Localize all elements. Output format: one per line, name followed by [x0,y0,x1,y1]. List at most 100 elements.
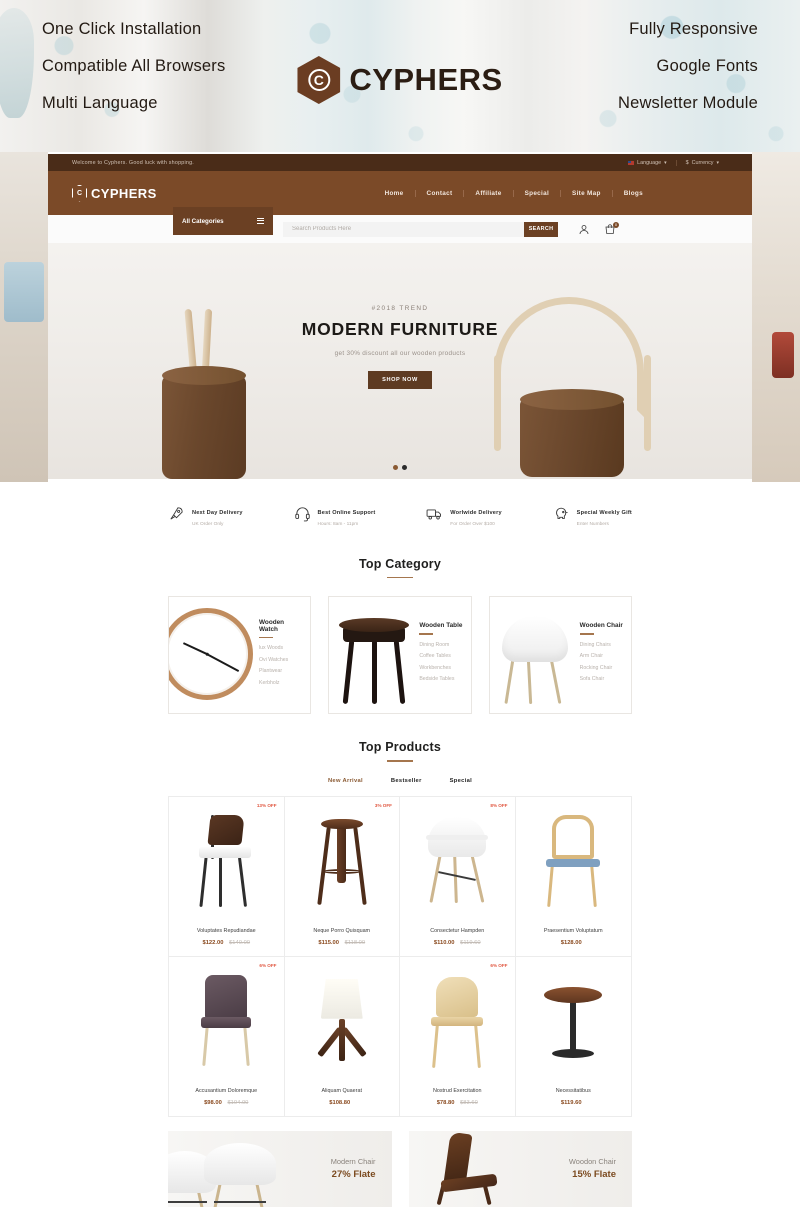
shopping-cart-icon[interactable]: 0 [604,221,619,236]
category-info: Wooden Chair Dining Chairs Arm Chair Roc… [574,622,623,687]
category-card-wooden-watch[interactable]: Wooden Watch lux Woods Ovi Watches Plant… [168,596,312,715]
category-name: Wooden Watch [259,618,285,633]
top-utility-bar: Welcome to Cyphers. Good luck with shopp… [48,154,752,171]
logo-letter: C [307,69,330,91]
search-button[interactable]: SEARCH [524,221,558,237]
category-underline [579,633,594,635]
category-card-wooden-chair[interactable]: Wooden Chair Dining Chairs Arm Chair Roc… [488,596,632,715]
service-text: Worlwide Delivery For Order Over $100 [450,501,501,527]
category-link[interactable]: lux Woods [259,645,304,651]
language-selector[interactable]: Language ▾ [619,160,676,166]
product-card[interactable]: 6% OFF Nostrud Exercitation $78.80 $83.6… [400,956,516,1117]
user-account-icon[interactable] [578,223,590,236]
product-name: Accusantium Doloremque [195,1087,258,1094]
nav-item-affiliate[interactable]: Affiliate [463,189,512,197]
category-link[interactable]: Arm Chair [580,653,623,659]
product-card[interactable]: 3% OFF Neque Porro Quisquam $115.00 $118… [284,796,400,957]
truck-icon [426,505,443,522]
category-link[interactable]: Kerbholz [259,680,304,686]
hexagon-logo-icon: C [72,184,87,202]
category-link[interactable]: Plantwear [259,668,304,674]
all-categories-dropdown[interactable]: All Categories [173,207,273,235]
promo-banner-wooden-chair[interactable]: Woodon Chair 15% Flate [408,1130,632,1207]
product-image [189,973,263,1069]
section-title: Top Category [358,556,442,571]
price-old: $104.00 [227,1099,249,1106]
carousel-dot-2[interactable] [402,465,407,470]
carousel-dot-1[interactable] [393,465,398,470]
site-header: C CYPHERS Home Contact Affiliate Special… [48,171,752,215]
site-brand-logo[interactable]: C CYPHERS [72,184,157,202]
service-text: Special Weekly Gift Enter Numbers [577,501,632,527]
category-link[interactable]: Bedside Tables [419,676,462,682]
product-image [536,973,610,1069]
section-title: Top Products [358,740,442,755]
search-bar-row: All Categories SEARCH 0 [48,207,752,243]
services-strip: Next Day Delivery UK Order Only Best Onl… [48,479,752,545]
hero-kicker: #2018 TREND [371,305,429,312]
category-link[interactable]: Workbenches [419,665,462,671]
category-link[interactable]: Sofa Chair [580,676,623,682]
hero-content: #2018 TREND MODERN FURNITURE get 30% dis… [270,305,530,389]
category-link[interactable]: Coffee Tables [419,653,462,659]
product-card[interactable]: Praesentium Voluptatum $128.00 [515,796,631,957]
nav-item-site-map[interactable]: Site Map [560,189,612,197]
logo-wordmark: CYPHERS [349,62,503,97]
product-name: Neque Porro Quisquam [313,927,371,934]
hexagon-logo-icon: C [297,56,341,104]
service-item: Best Online Support Hours: 8am - 11pm [294,501,376,527]
service-item: Special Weekly Gift Enter Numbers [553,501,632,527]
product-tabs: New Arrival Bestseller Special [48,778,752,784]
tab-bestseller[interactable]: Bestseller [391,778,422,784]
product-card[interactable]: 13% OFF Voluptates Repudiandae $122.00 $… [169,796,285,957]
site-brand-text: CYPHERS [91,185,157,201]
service-subtitle: Enter Numbers [576,521,609,527]
nav-item-special[interactable]: Special [512,189,560,197]
product-card[interactable]: 8% OFF Consectetur Hampden $110.00 $119.… [400,796,516,957]
product-card[interactable]: 6% OFF Accusantium Doloremque $98.00 $10… [169,956,285,1117]
tab-special[interactable]: Special [450,778,472,784]
product-name: Necessitatibus [555,1087,591,1094]
service-subtitle: Hours: 8am - 11pm [317,521,359,527]
product-name: Praesentium Voluptatum [543,927,603,934]
price-current: $98.00 [204,1099,222,1106]
promo-text: Woodon Chair 15% Flate [569,1157,616,1180]
category-link[interactable]: Rocking Chair [580,665,623,671]
category-card-wooden-table[interactable]: Wooden Table Dining Room Coffee Tables W… [328,596,472,715]
service-title: Special Weekly Gift [576,510,632,516]
product-name: Nostrud Exercitation [432,1087,482,1094]
service-text: Best Online Support Hours: 8am - 11pm [318,501,376,527]
price-old: $119.60 [460,939,481,946]
product-image [420,973,494,1069]
product-price: $119.60 [561,1100,586,1106]
currency-selector[interactable]: $ Currency ▾ [675,159,728,166]
category-link[interactable]: Dining Room [419,642,462,648]
page-body: Next Day Delivery UK Order Only Best Onl… [48,479,752,1207]
promo-offer: 27% Flate [331,1169,376,1181]
product-grid: 13% OFF Voluptates Repudiandae $122.00 $… [168,795,632,1117]
nav-item-blogs[interactable]: Blogs [611,189,654,197]
tab-new-arrival[interactable]: New Arrival [328,778,363,784]
category-cards: Wooden Watch lux Woods Ovi Watches Plant… [48,578,752,715]
headset-icon [294,505,311,522]
discount-badge: 3% OFF [374,802,392,808]
product-card[interactable]: Aliquam Quaerat $108.80 [284,956,400,1117]
product-name: Voluptates Repudiandae [196,927,256,934]
promo-offer: 15% Flate [572,1169,616,1181]
promo-feature: Fully Responsive [629,20,758,38]
promo-banner-modern-chair[interactable]: Modern Chair 27% Flate [168,1130,392,1207]
category-link[interactable]: Dining Chairs [580,642,623,648]
product-price: $110.00 $119.60 [434,940,481,946]
promo-feature: Multi Language [42,94,158,112]
product-price: $108.80 [329,1100,354,1106]
table-illustration [339,618,410,705]
category-link[interactable]: Ovi Watches [259,657,304,663]
theme-promo-banner: One Click Installation Compatible All Br… [0,0,800,152]
service-title: Best Online Support [317,510,376,516]
product-card[interactable]: Necessitatibus $119.60 [515,956,631,1117]
search-input[interactable] [283,226,524,232]
nav-item-home[interactable]: Home [374,190,415,197]
shop-now-button[interactable]: SHOP NOW [368,371,432,389]
nav-item-contact[interactable]: Contact [414,189,464,197]
flag-icon [628,160,635,165]
